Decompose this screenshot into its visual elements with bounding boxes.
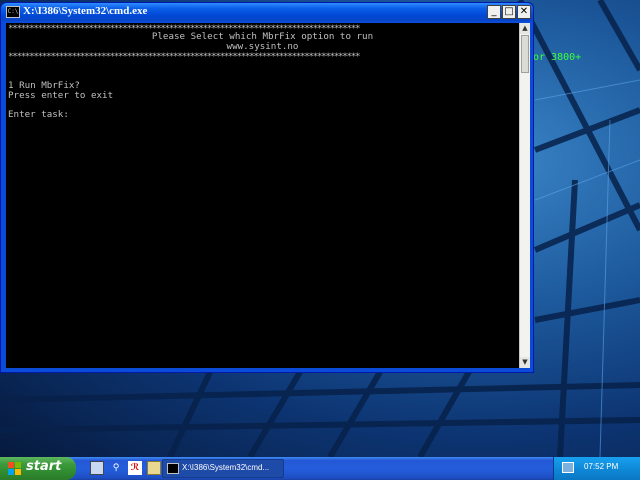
network-status-icon[interactable] bbox=[562, 462, 574, 473]
network-icon[interactable]: ⚲ bbox=[109, 461, 123, 475]
scroll-thumb[interactable] bbox=[521, 35, 529, 73]
taskbar-item-label: X:\I386\System32\cmd... bbox=[182, 463, 270, 472]
close-button[interactable]: ✕ bbox=[517, 5, 531, 19]
cmd-icon bbox=[167, 463, 179, 474]
command-prompt[interactable]: Enter task: bbox=[8, 110, 69, 120]
vertical-scrollbar[interactable]: ▲ ▼ bbox=[519, 23, 530, 368]
cmd-window[interactable]: C:\ X:\I386\System32\cmd.exe _ □ ✕ *****… bbox=[0, 2, 534, 373]
start-label: start bbox=[26, 459, 62, 474]
taskbar-item-cmd[interactable]: X:\I386\System32\cmd... bbox=[162, 459, 284, 478]
console-output[interactable]: ****************************************… bbox=[6, 23, 519, 368]
system-tray: 07:52 PM bbox=[553, 457, 640, 480]
acrobat-icon[interactable]: ℛ bbox=[128, 461, 142, 475]
title-bar[interactable]: C:\ X:\I386\System32\cmd.exe _ □ ✕ bbox=[1, 3, 533, 21]
window-title: X:\I386\System32\cmd.exe bbox=[23, 5, 148, 17]
scroll-up-arrow-icon[interactable]: ▲ bbox=[520, 23, 530, 34]
cmd-icon[interactable]: C:\ bbox=[6, 6, 20, 18]
desktop-partial-text: or 3800+ bbox=[533, 52, 582, 63]
taskbar: start ⚲ ℛ X:\I386\System32\cmd... 07:52 … bbox=[0, 457, 640, 480]
minimize-button[interactable]: _ bbox=[487, 5, 501, 19]
my-computer-icon[interactable] bbox=[90, 461, 104, 475]
start-button[interactable]: start bbox=[0, 457, 76, 480]
exit-hint-line: Press enter to exit bbox=[8, 90, 114, 101]
maximize-button[interactable]: □ bbox=[502, 5, 516, 19]
clock[interactable]: 07:52 PM bbox=[584, 462, 618, 471]
scroll-down-arrow-icon[interactable]: ▼ bbox=[520, 357, 530, 368]
folder-icon[interactable] bbox=[147, 461, 161, 475]
windows-flag-icon bbox=[8, 462, 21, 475]
star-border-bottom: ****************************************… bbox=[8, 51, 361, 62]
